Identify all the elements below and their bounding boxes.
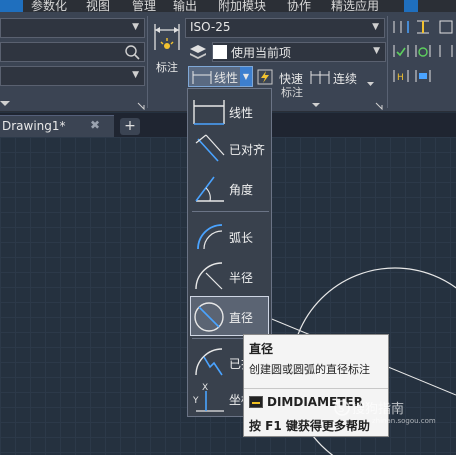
command-line-icon bbox=[249, 396, 263, 408]
layer-dropdown[interactable]: ▼ bbox=[0, 18, 145, 38]
diameter-dimension-icon bbox=[192, 299, 226, 336]
menu-item-collaborate[interactable]: 协作 bbox=[287, 0, 311, 12]
svg-text:X: X bbox=[202, 383, 208, 393]
command-tooltip: 直径 创建圆或圆弧的直径标注 DIMDIAMETER 按 F1 键获得更多帮助 bbox=[243, 334, 389, 437]
chevron-down-icon: ▼ bbox=[373, 46, 380, 56]
tooltip-help-hint: 按 F1 键获得更多帮助 bbox=[249, 419, 370, 433]
dimension-big-icon[interactable] bbox=[153, 22, 181, 55]
linear-dimension-label: 线性 bbox=[214, 71, 239, 85]
dimension-panel-title: 标注 bbox=[281, 86, 303, 99]
chevron-down-icon[interactable] bbox=[312, 97, 320, 111]
menu-bar: 参数化 视图 管理 输出 附加模块 协作 精选应用 bbox=[0, 0, 456, 12]
oblique-dimension-icon[interactable]: H bbox=[392, 68, 410, 87]
arc-length-icon bbox=[192, 219, 226, 256]
continue-dimension-icon[interactable] bbox=[310, 69, 330, 88]
tab-drawing1-label: Drawing1* bbox=[2, 119, 66, 133]
panel-launcher-icon[interactable] bbox=[375, 99, 383, 113]
menu-item-addins[interactable]: 附加模块 bbox=[218, 0, 266, 12]
dim-layer-value: 使用当前项 bbox=[231, 46, 292, 60]
annotate-button-label: 标注 bbox=[156, 61, 178, 74]
menu-item-radius-label: 半径 bbox=[229, 271, 254, 285]
linear-dimension-icon bbox=[192, 94, 226, 131]
linear-dimension-dropdown[interactable]: 线性 ▼ bbox=[188, 66, 253, 87]
dimension-tool-icon[interactable] bbox=[438, 43, 454, 62]
aligned-dimension-icon bbox=[192, 131, 226, 168]
text-angle-icon[interactable] bbox=[414, 68, 432, 87]
menu-item-arc-length-label: 弧长 bbox=[229, 231, 254, 245]
menu-item-aligned[interactable]: 已对齐 bbox=[188, 129, 273, 169]
menu-item-output[interactable]: 输出 bbox=[173, 0, 197, 12]
svg-text:Y: Y bbox=[192, 396, 199, 406]
svg-text:H: H bbox=[397, 73, 404, 83]
layer-color-swatch bbox=[213, 45, 227, 59]
continue-dimension-label[interactable]: 连续 bbox=[333, 70, 357, 87]
menu-item-manage[interactable]: 管理 bbox=[132, 0, 156, 12]
chevron-down-icon: ▼ bbox=[372, 22, 379, 32]
layer-stack-icon[interactable] bbox=[189, 44, 207, 63]
menu-extra-button[interactable] bbox=[404, 0, 418, 12]
chevron-down-icon: ▼ bbox=[132, 70, 139, 80]
dim-style-dropdown[interactable]: ISO-25 ▼ bbox=[185, 18, 385, 38]
close-icon[interactable]: ✖ bbox=[90, 118, 100, 132]
panel-expand-icon[interactable] bbox=[0, 96, 10, 110]
panel-divider bbox=[387, 16, 388, 108]
tooltip-description: 创建圆或圆弧的直径标注 bbox=[249, 363, 370, 376]
tooltip-title: 直径 bbox=[249, 342, 274, 356]
menu-item-arc-length[interactable]: 弧长 bbox=[188, 217, 273, 257]
linetype-dropdown[interactable]: ▼ bbox=[0, 66, 145, 86]
radius-dimension-icon bbox=[192, 259, 226, 296]
watermark-url: zhinan.sogou.com bbox=[372, 417, 436, 425]
quick-dimension-icon[interactable] bbox=[257, 69, 273, 88]
dim-style-value: ISO-25 bbox=[190, 20, 231, 34]
menu-item-view[interactable]: 视图 bbox=[86, 0, 110, 12]
watermark-text: 搜狗指南 bbox=[352, 402, 405, 417]
sogou-logo-icon: S bbox=[333, 399, 351, 420]
panel-launcher-icon[interactable] bbox=[137, 99, 145, 113]
menu-item-angular[interactable]: 角度 bbox=[188, 169, 273, 209]
update-dimension-icon[interactable] bbox=[414, 43, 432, 62]
inspect-dimension-icon[interactable] bbox=[392, 43, 410, 62]
dimension-tool-icon[interactable] bbox=[438, 19, 454, 38]
menu-item-angular-label: 角度 bbox=[229, 183, 254, 197]
linear-dimension-icon bbox=[192, 69, 212, 88]
dim-layer-dropdown[interactable]: 使用当前项 ▼ bbox=[212, 42, 386, 62]
chevron-down-icon: ▼ bbox=[132, 22, 139, 32]
chevron-down-icon[interactable]: ▼ bbox=[240, 67, 252, 86]
dimension-break-icon[interactable] bbox=[414, 19, 432, 38]
new-tab-button[interactable]: + bbox=[120, 118, 140, 135]
panel-divider bbox=[147, 16, 148, 108]
tooltip-divider bbox=[244, 388, 388, 389]
menu-item-featured-apps[interactable]: 精选应用 bbox=[331, 0, 379, 12]
search-field[interactable] bbox=[0, 42, 145, 62]
menu-separator bbox=[192, 211, 269, 212]
ordinate-dimension-icon: XY bbox=[192, 381, 226, 418]
menu-item-diameter[interactable]: 直径 bbox=[190, 296, 269, 336]
svg-text:S: S bbox=[338, 404, 344, 415]
menu-item-diameter-label: 直径 bbox=[229, 311, 254, 325]
menu-item-linear[interactable]: 线性 bbox=[188, 92, 273, 132]
tab-drawing1[interactable]: Drawing1* ✖ bbox=[0, 115, 114, 137]
jogged-dimension-icon bbox=[192, 345, 226, 382]
dimension-space-icon[interactable] bbox=[392, 19, 410, 38]
menu-item-radius[interactable]: 半径 bbox=[188, 257, 273, 297]
menu-item-linear-label: 线性 bbox=[229, 106, 254, 120]
search-icon bbox=[124, 44, 140, 63]
menu-tab-active[interactable] bbox=[0, 0, 23, 12]
menu-item-aligned-label: 已对齐 bbox=[229, 143, 266, 157]
menu-item-parametric[interactable]: 参数化 bbox=[31, 0, 67, 12]
chevron-down-icon[interactable] bbox=[367, 76, 374, 90]
angular-dimension-icon bbox=[192, 171, 226, 208]
